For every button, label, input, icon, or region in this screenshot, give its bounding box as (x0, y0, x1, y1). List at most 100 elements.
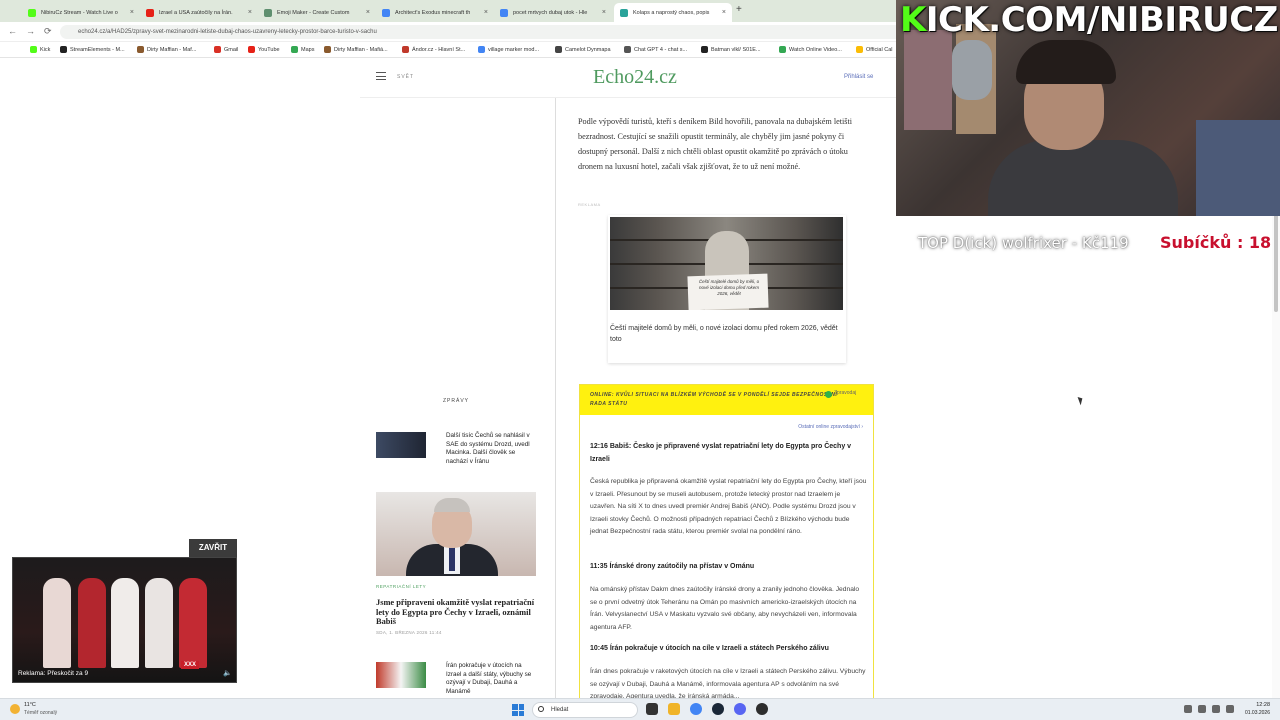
kick-url-overlay: KICK.COM/NIBIRUCZ (900, 0, 1278, 40)
bookmark-streamelements[interactable]: StreamElements - M... (60, 46, 125, 53)
tab-label: NibiruCz Stream - Watch Live o (41, 9, 118, 16)
discord-icon[interactable] (734, 703, 746, 715)
bookmark-youtube[interactable]: YouTube (248, 46, 280, 53)
hamburger-menu-icon[interactable] (376, 72, 386, 80)
close-icon[interactable]: × (130, 9, 134, 16)
bookmark-label: Camelot Dynmapa (565, 46, 611, 53)
weather-icon[interactable] (10, 704, 20, 714)
bookmark-village-marker[interactable]: village marker mod... (478, 46, 539, 53)
streamelements-icon (60, 46, 67, 53)
tab-emoji-maker[interactable]: Emoji Maker - Create Custom × (258, 3, 376, 22)
network-icon[interactable] (1212, 705, 1220, 713)
bookmark-batman[interactable]: Batman vlkl/ S01E... (701, 46, 761, 53)
chrome-icon[interactable] (690, 703, 702, 715)
live-prefix: Zpravodaj (834, 390, 857, 396)
site-icon (402, 46, 409, 53)
video-ad[interactable]: Reklama: Přeskočit za 9 XXX 🔈 (12, 557, 237, 683)
section-label[interactable]: SVĚT (397, 74, 414, 80)
live-feed-header[interactable]: ONLINE: KVŮLI SITUACI NA BLÍZKÉM VÝCHODĚ… (580, 385, 873, 415)
bookmark-chatgpt[interactable]: Chat GPT 4 - chat s... (624, 46, 687, 53)
clock-time[interactable]: 12:28 (1240, 702, 1270, 708)
google-icon (478, 46, 485, 53)
person-figure (145, 578, 173, 668)
bookmark-maps[interactable]: Maps (291, 46, 314, 53)
bookmark-label: Ándor.cz - Hlavní St... (412, 46, 466, 53)
tray-chevron-icon[interactable] (1184, 705, 1192, 713)
site-icon (264, 8, 272, 17)
tab-izrael-usa[interactable]: Izrael a USA zaútočily na Írán. × (140, 3, 258, 22)
obs-icon[interactable] (756, 703, 768, 715)
weather-desc[interactable]: Téměř ozonalý (24, 710, 57, 716)
live-entry-title: 12:16 Babiš: Česko je připravené vyslat … (590, 443, 852, 463)
sponsored-caption[interactable]: Čeští majitelé domů by měli, o nové izol… (610, 323, 840, 345)
news-item[interactable]: Další tisíc Čechů se nahlásil v SAE do s… (376, 432, 536, 465)
featured-news-image[interactable] (376, 492, 536, 576)
youtube-icon (248, 46, 255, 53)
bookmark-label: village marker mod... (488, 46, 540, 53)
steam-icon[interactable] (712, 703, 724, 715)
tab-label: Kolaps a naprostý chaos, popis (633, 9, 710, 16)
live-feed-title[interactable]: ONLINE: KVŮLI SITUACI NA BLÍZKÉM VÝCHODĚ… (590, 391, 850, 409)
weather-temp[interactable]: 11°C (24, 702, 36, 708)
back-arrow-icon[interactable]: ← (8, 26, 17, 36)
person-figure (43, 578, 71, 668)
bookmark-label: Official Cal (866, 46, 893, 53)
close-ad-button[interactable]: ZAVŘIT (189, 539, 237, 557)
login-link[interactable]: Přihlásit se (844, 74, 873, 80)
site-logo[interactable]: Echo24.cz (593, 66, 677, 89)
bookmark-gmail[interactable]: Gmail (214, 46, 238, 53)
live-entry-body: Na ománský přístav Dakm dnes zaútočily í… (590, 586, 860, 631)
bookmark-official-cal[interactable]: Official Cal (856, 46, 893, 53)
chatgpt-icon (624, 46, 631, 53)
news-category[interactable]: REPATRIAČNÍ LETY (376, 584, 426, 589)
volume-icon[interactable] (1226, 705, 1234, 713)
forward-arrow-icon[interactable]: → (26, 26, 35, 36)
task-view-icon[interactable] (646, 703, 658, 715)
youtube-icon (146, 8, 154, 17)
live-entry-title: 11:35 Íránské drony zaútočily na přístav… (590, 563, 755, 570)
news-title[interactable]: Írán pokračuje v útocích na Izrael a dal… (446, 662, 538, 696)
google-icon (382, 8, 390, 17)
clock-date[interactable]: 01.03.2026 (1238, 710, 1270, 716)
other-online-link[interactable]: Ostatní online zpravodajství › (798, 424, 863, 430)
start-button-icon[interactable] (512, 704, 524, 716)
gmail-icon (214, 46, 221, 53)
close-icon[interactable]: × (248, 9, 252, 16)
close-icon[interactable]: × (602, 9, 606, 16)
site-icon (779, 46, 786, 53)
bookmark-dirty-maffian-2[interactable]: Dirty Maffian - Mafiá... (324, 46, 388, 53)
url-field[interactable]: echo24.cz/a/HAD25/zpravy-svet-mezinarodn… (60, 25, 920, 39)
featured-news-title[interactable]: Jsme připraveni okamžitě vyslat repatria… (376, 598, 536, 627)
sponsored-image: Čeští majitelé domů by měli, o nové izol… (610, 217, 843, 310)
news-heading[interactable]: ZPRÁVY (376, 398, 536, 404)
close-icon[interactable]: × (722, 9, 726, 16)
news-title[interactable]: Další tisíc Čechů se nahlásil v SAE do s… (446, 432, 538, 466)
bookmark-camelot[interactable]: Camelot Dynmapa (555, 46, 611, 53)
bookmark-label: Gmail (224, 46, 239, 53)
live-entry-body: Česká republika je připravená okamžitě v… (590, 478, 867, 536)
live-feed-box: ONLINE: KVŮLI SITUACI NA BLÍZKÉM VÝCHODĚ… (579, 384, 874, 704)
bookmark-dirty-maffian[interactable]: Dirty Maffian - Maf... (137, 46, 196, 53)
reload-icon[interactable]: ⟳ (44, 26, 52, 37)
bookmark-kick[interactable]: Kick (30, 46, 50, 53)
tab-pocet-mrtvych[interactable]: pocet mrtvych dubaj utok - Hle × (494, 3, 612, 22)
site-icon (324, 46, 331, 53)
tab-kolaps-active[interactable]: Kolaps a naprostý chaos, popis × (614, 3, 732, 22)
tab-kick-stream[interactable]: NibiruCz Stream - Watch Live o × (22, 3, 140, 22)
close-icon[interactable]: × (484, 9, 488, 16)
news-thumbnail (376, 432, 426, 458)
taskbar-search[interactable]: Hledat (532, 702, 638, 718)
volume-icon[interactable]: 🔈 (223, 669, 232, 677)
tab-architects-exodus[interactable]: Architect's Exodus minecraft th × (376, 3, 494, 22)
close-icon[interactable]: × (366, 9, 370, 16)
sign-text: Čeští majitelé domů by měli, o nové izol… (698, 279, 760, 296)
bookmark-andor[interactable]: Ándor.cz - Hlavní St... (402, 46, 465, 53)
microphone-icon[interactable] (1198, 705, 1206, 713)
bookmark-watch-online[interactable]: Watch Online Video... (779, 46, 842, 53)
search-icon (538, 706, 544, 712)
site-icon (856, 46, 863, 53)
news-item[interactable]: Írán pokračuje v útocích na Izrael a dal… (376, 662, 536, 695)
new-tab-button[interactable]: + (736, 4, 742, 15)
sponsored-card[interactable]: Čeští majitelé domů by měli, o nové izol… (608, 215, 846, 363)
file-explorer-icon[interactable] (668, 703, 680, 715)
